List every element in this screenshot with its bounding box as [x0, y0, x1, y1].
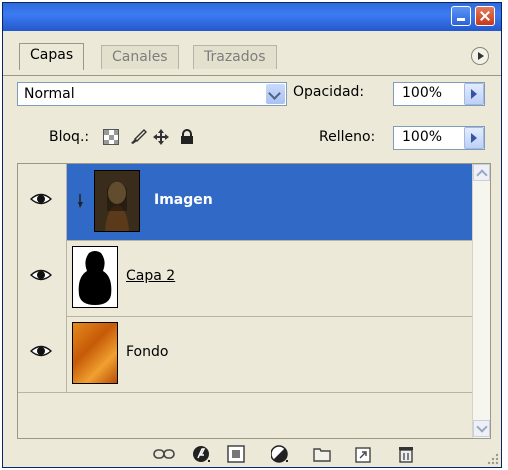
palette-menu-icon[interactable] [471, 47, 489, 65]
layer-thumbnail-fondo [72, 322, 118, 384]
layer-style-icon[interactable] [193, 445, 211, 463]
new-group-icon[interactable] [313, 445, 331, 463]
chevron-down-icon[interactable] [266, 84, 285, 104]
eye-icon [30, 269, 52, 281]
fill-value: 100% [402, 129, 443, 145]
lock-position-icon[interactable] [153, 129, 169, 145]
tab-canales[interactable]: Canales [101, 45, 179, 69]
opacity-value: 100% [402, 85, 443, 101]
minimize-icon[interactable] [451, 6, 471, 26]
layer-name-imagen: Imagen [154, 192, 213, 208]
fill-slider-arrow-icon[interactable] [464, 127, 484, 149]
tab-capas[interactable]: Capas [19, 43, 85, 70]
eye-icon [30, 345, 52, 357]
palette-tabs: Capas Canales Trazados [3, 31, 501, 70]
opacity-label: Opacidad: [293, 84, 365, 100]
lock-all-icon[interactable] [179, 129, 195, 145]
layers-scrollbar[interactable] [472, 164, 490, 438]
layers-palette: Capas Canales Trazados Normal Opacidad: … [2, 2, 502, 468]
adjustment-layer-icon[interactable] [271, 445, 289, 463]
layers-list: Imagen Capa 2 Fondo [17, 163, 491, 439]
title-bar [3, 3, 501, 31]
lock-fill-row: Bloq.: Relleno: 100% [3, 113, 501, 161]
link-layers-icon[interactable] [153, 445, 175, 463]
visibility-toggle[interactable] [18, 316, 67, 392]
close-icon[interactable] [475, 6, 495, 26]
layer-row-fondo[interactable]: Fondo [18, 316, 490, 393]
layer-thumbnail-imagen [94, 170, 140, 232]
layer-row-capa-2[interactable]: Capa 2 [18, 240, 490, 317]
resize-grip-icon[interactable] [485, 451, 499, 465]
blend-mode-select[interactable]: Normal [17, 82, 287, 106]
eye-icon [30, 193, 52, 205]
scroll-up-icon[interactable] [473, 164, 490, 181]
tab-trazados[interactable]: Trazados [193, 45, 277, 69]
blend-mode-value: Normal [24, 86, 75, 102]
layers-footer [3, 439, 501, 467]
layer-name-fondo: Fondo [126, 344, 169, 360]
blend-opacity-row: Normal Opacidad: 100% [3, 75, 501, 112]
layer-thumbnail-capa-2 [72, 246, 118, 308]
opacity-slider-arrow-icon[interactable] [464, 83, 484, 105]
visibility-toggle[interactable] [18, 240, 67, 316]
lock-transparency-icon[interactable] [103, 129, 119, 145]
lock-label: Bloq.: [49, 129, 90, 145]
delete-layer-icon[interactable] [397, 445, 415, 463]
clipping-arrow-icon [78, 194, 83, 208]
layer-name-capa-2: Capa 2 [126, 268, 176, 284]
fill-label: Relleno: [319, 129, 376, 145]
lock-pixels-brush-icon[interactable] [129, 129, 147, 145]
layer-row-imagen[interactable]: Imagen [18, 164, 490, 241]
visibility-toggle[interactable] [18, 164, 67, 240]
new-layer-icon[interactable] [355, 445, 373, 463]
layer-mask-icon[interactable] [227, 445, 245, 463]
scroll-down-icon[interactable] [473, 420, 490, 437]
